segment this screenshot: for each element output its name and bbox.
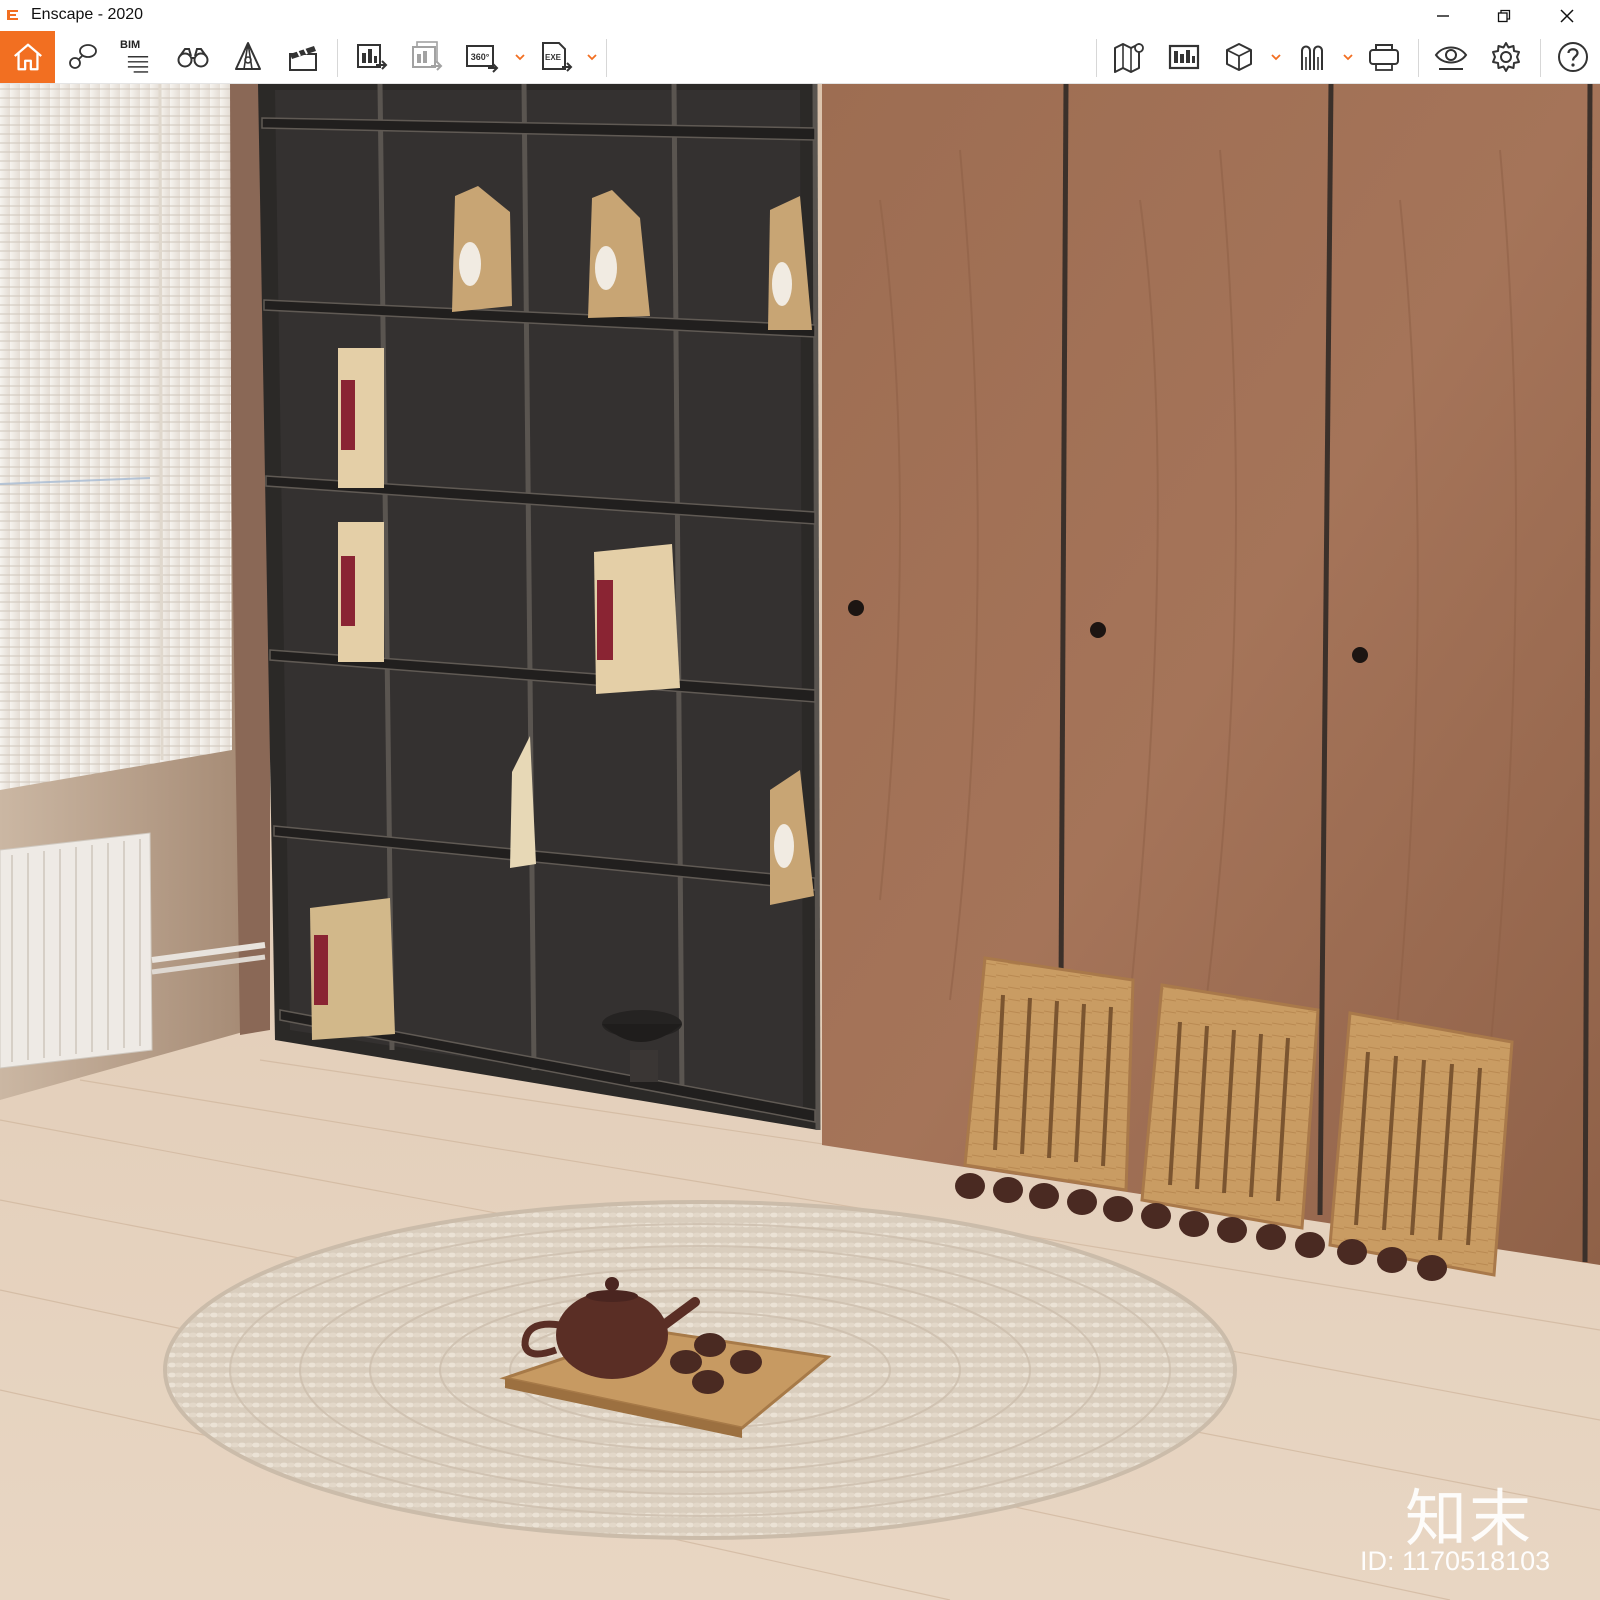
restore-button[interactable] [1481, 0, 1527, 31]
chevron-down-icon[interactable] [586, 51, 598, 63]
pyramid-icon [235, 42, 261, 70]
bim-label: BIM [120, 39, 141, 51]
visual-settings-button[interactable] [1425, 31, 1477, 83]
cube-icon [1226, 43, 1252, 71]
visual-settings-eye-icon [1434, 46, 1468, 70]
render-scene [0, 84, 1600, 1600]
close-icon [1560, 8, 1574, 23]
minimize-button[interactable] [1420, 0, 1466, 31]
home-icon [13, 43, 42, 71]
asset-pin-icon [69, 44, 97, 69]
screenshot-export-button[interactable] [346, 31, 398, 83]
clapper-icon [289, 46, 317, 71]
bim-info-icon [127, 56, 149, 73]
video-editor-button[interactable] [277, 31, 329, 83]
exe-export-button[interactable]: EXE [530, 31, 582, 83]
toolbar-separator [1096, 39, 1097, 77]
map-icon [1114, 43, 1144, 73]
asset-library-icon [1301, 45, 1323, 70]
settings-gear-icon [1492, 42, 1520, 72]
settings-button[interactable] [1480, 31, 1532, 83]
batch-render-button[interactable] [401, 31, 453, 83]
vr-headset-icon [1369, 44, 1399, 71]
svg-text:EXE: EXE [545, 53, 562, 62]
binoculars-button[interactable] [167, 31, 219, 83]
view-pyramid-button[interactable] [222, 31, 274, 83]
toolbar-separator [337, 39, 338, 77]
render-viewport[interactable]: 知末 ID: 1170518103 [0, 84, 1600, 1600]
watermark-logo: 知末 [1405, 1482, 1534, 1555]
svg-text:360°: 360° [471, 52, 490, 62]
minimize-icon [1437, 14, 1449, 17]
title-bar: Enscape - 2020 [0, 0, 1600, 31]
toolbar-separator [1540, 39, 1541, 77]
asset-library-button[interactable] [1286, 31, 1338, 83]
toolbar-separator [606, 39, 607, 77]
cube-view-button[interactable] [1213, 31, 1265, 83]
vr-headset-button[interactable] [1358, 31, 1410, 83]
batch-render-icon [412, 41, 443, 71]
map-button[interactable] [1103, 31, 1155, 83]
watermark-id: ID: 1170518103 [1360, 1546, 1551, 1576]
bim-info-button[interactable]: BIM [112, 31, 164, 83]
enscape-logo-icon [7, 10, 18, 20]
restore-icon [1497, 9, 1511, 22]
help-icon [1558, 42, 1588, 72]
window-title: Enscape - 2020 [31, 6, 144, 23]
gallery-button[interactable] [1158, 31, 1210, 83]
chevron-down-icon[interactable] [1270, 51, 1282, 63]
asset-pin-button[interactable] [57, 31, 109, 83]
exe-export-icon: EXE [542, 42, 573, 72]
binoculars-icon [177, 48, 209, 68]
screenshot-export-icon [357, 44, 388, 70]
chevron-down-icon[interactable] [514, 51, 526, 63]
panorama-button[interactable]: 360° [456, 31, 508, 83]
gallery-icon [1168, 44, 1200, 70]
main-toolbar: BIM 360° EXE [0, 31, 1600, 84]
chevron-down-icon[interactable] [1342, 51, 1354, 63]
panorama-360-icon: 360° [466, 45, 499, 73]
toolbar-separator [1418, 39, 1419, 77]
help-button[interactable] [1547, 31, 1599, 83]
close-button[interactable] [1544, 0, 1590, 31]
home-button[interactable] [0, 31, 55, 83]
